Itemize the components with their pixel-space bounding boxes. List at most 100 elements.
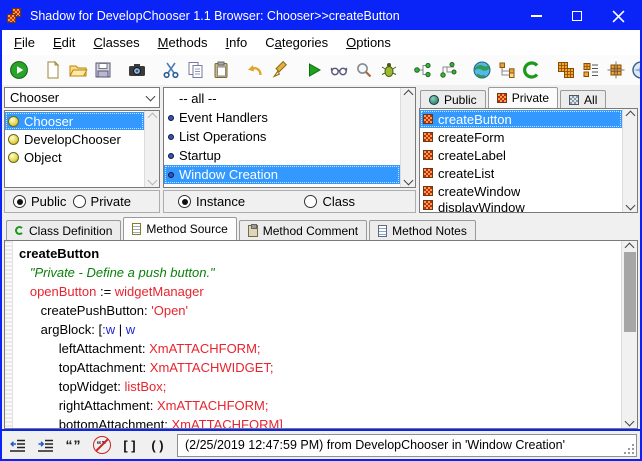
scroll-up-icon[interactable] [147,113,157,123]
class-list-scrollbar[interactable] [144,111,159,187]
method-source-editor[interactable]: createButton "Private - Define a push bu… [4,240,638,429]
method-row[interactable]: createList [420,164,622,182]
paste-button[interactable] [208,57,233,83]
globe-button[interactable] [469,57,494,83]
category-row[interactable]: List Operations [164,127,400,146]
menu-info[interactable]: Info [217,32,257,53]
scroll-down-icon[interactable] [625,417,635,427]
tab[interactable]: Private [488,87,558,108]
quotes-button[interactable]: “” [61,434,86,457]
outdent-button[interactable] [5,434,30,457]
menu-methods[interactable]: Methods [149,32,217,53]
do-it-button[interactable] [301,57,326,83]
menu-edit[interactable]: Edit [44,32,84,53]
scroll-down-icon[interactable] [403,176,413,186]
category-row[interactable]: Window Creation [164,165,400,184]
bug-icon [379,60,399,80]
method-outline-icon [581,60,601,80]
method-row[interactable]: createButton [420,110,622,128]
maximize-button[interactable] [572,11,582,21]
class-combo[interactable]: Chooser [4,87,160,108]
quotes-off-button[interactable]: “” [89,434,114,457]
parentheses-button[interactable]: ( ) [145,434,170,457]
tab-label: Public [444,93,477,107]
method-list-scrollbar[interactable] [622,109,637,212]
brush-button[interactable] [267,57,292,83]
protocol-tree-button[interactable] [435,57,460,83]
protocol-flat-button[interactable] [410,57,435,83]
class-row[interactable]: Object [5,148,144,166]
hierarchy-button[interactable] [494,57,519,83]
radio-option[interactable]: Private [73,194,131,209]
code-line: bottomAttachment: XmATTACHFORM] [19,415,617,428]
save-icon [93,60,113,80]
code-segment: openButton [19,284,96,299]
scroll-thumb[interactable] [624,252,636,332]
compass-button[interactable] [628,57,642,83]
compass-icon [631,60,642,80]
inspect-button[interactable] [351,57,376,83]
grid-cross-button[interactable] [603,57,628,83]
camera-icon [127,60,147,80]
category-row[interactable]: Startup [164,146,400,165]
scroll-up-icon[interactable] [625,243,635,253]
save-button[interactable] [90,57,115,83]
code-text[interactable]: createButton "Private - Define a push bu… [13,241,621,428]
radio-option[interactable]: Class [304,194,355,209]
class-refs-button[interactable] [519,57,544,83]
toolbar [2,55,640,85]
method-grid-button[interactable] [553,57,578,83]
radio-option[interactable]: Public [13,194,66,209]
scroll-down-icon[interactable] [147,176,157,186]
class-row[interactable]: Chooser [5,112,144,130]
tab[interactable]: Method Notes [369,220,476,240]
radio-option[interactable]: Instance [178,194,245,209]
scroll-up-icon[interactable] [625,111,635,121]
menu-options[interactable]: Options [337,32,400,53]
parentheses-icon: ( ) [151,438,163,453]
close-button[interactable] [612,10,625,23]
cut-button[interactable] [158,57,183,83]
show-it-button[interactable] [326,57,351,83]
indent-button[interactable] [33,434,58,457]
menu-classes[interactable]: Classes [84,32,148,53]
copy-button[interactable] [183,57,208,83]
app-icon [7,8,23,24]
tab[interactable]: Public [420,90,486,108]
debug-button[interactable] [376,57,401,83]
method-row[interactable]: createForm [420,128,622,146]
resize-grip[interactable] [624,444,634,454]
method-row[interactable]: displayWindow [420,200,622,212]
tab-icon [248,225,258,237]
tab-icon [132,223,141,235]
method-row[interactable]: createLabel [420,146,622,164]
tab[interactable]: Class Definition [6,220,121,240]
category-list-scrollbar[interactable] [400,88,415,187]
screenshot-button[interactable] [124,57,149,83]
minimize-button[interactable] [531,15,542,17]
tab[interactable]: Method Source [123,217,236,240]
scroll-up-icon[interactable] [403,90,413,100]
editor-scrollbar[interactable] [621,241,637,428]
class-row[interactable]: DevelopChooser [5,130,144,148]
method-row[interactable]: createWindow [420,182,622,200]
method-outline-button[interactable] [578,57,603,83]
tab[interactable]: Method Comment [239,220,367,240]
scope-radio-group: Instance Class [163,190,416,213]
run-button[interactable] [6,57,31,83]
code-line: "Private - Define a push button." [19,263,617,282]
menu-categories[interactable]: Categories [256,32,337,53]
code-segment: leftAttachment: [19,341,149,356]
menu-file[interactable]: File [5,32,44,53]
square-brackets-button[interactable]: [ ] [117,434,142,457]
tab[interactable]: All [560,90,606,108]
undo-button[interactable] [242,57,267,83]
category-row[interactable]: -- all -- [164,89,400,108]
scroll-down-icon[interactable] [625,201,635,211]
statusbar: “” “” [ ] ( ) (2/25/2019 12:47:59 PM) fr… [2,429,640,459]
category-row[interactable]: Event Handlers [164,108,400,127]
new-button[interactable] [40,57,65,83]
class-row-label: Chooser [24,114,73,129]
open-button[interactable] [65,57,90,83]
status-message-field: (2/25/2019 12:47:59 PM) from DevelopChoo… [177,434,637,457]
